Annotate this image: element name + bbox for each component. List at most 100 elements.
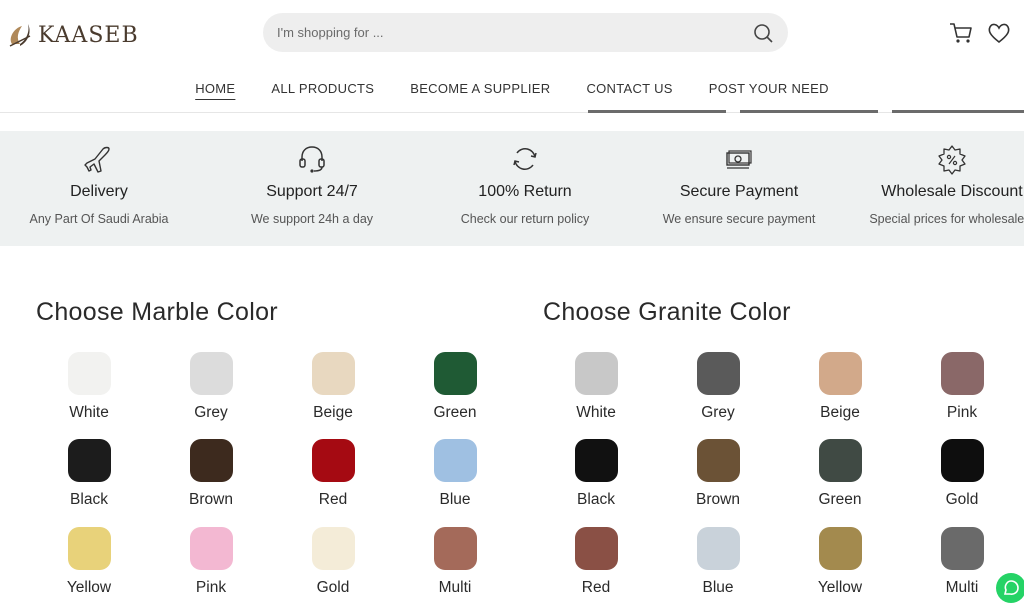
color-chip[interactable] — [311, 352, 355, 395]
nav-become-supplier[interactable]: BECOME A SUPPLIER — [392, 81, 568, 101]
marble-swatch-green[interactable]: Green — [410, 352, 500, 422]
granite-swatch-gold[interactable]: Gold — [917, 439, 1007, 509]
granite-swatch-white[interactable]: White — [551, 352, 641, 422]
swatch-label: Red — [581, 579, 611, 596]
swatch-label: Multi — [945, 579, 979, 596]
granite-swatch-brown[interactable]: Brown — [673, 439, 763, 509]
granite-swatch-black[interactable]: Black — [551, 439, 641, 509]
granite-swatch-beige[interactable]: Beige — [795, 352, 885, 422]
swatch-label: Red — [318, 491, 348, 508]
swatch-label: White — [69, 404, 109, 421]
marble-swatch-beige[interactable]: Beige — [288, 352, 378, 422]
swatch-label: Pink — [195, 579, 227, 596]
color-chip[interactable] — [189, 527, 233, 570]
granite-swatch-multi[interactable]: Multi — [917, 527, 1007, 597]
color-chip[interactable] — [818, 439, 862, 482]
color-chip[interactable] — [940, 439, 984, 482]
marble-swatch-red[interactable]: Red — [288, 439, 378, 509]
swatch-label: Black — [577, 491, 615, 508]
feature-title: Wholesale Discount — [881, 183, 1023, 200]
swatch-label: Green — [818, 491, 862, 508]
marble-swatch-white[interactable]: White — [44, 352, 134, 422]
marble-section-title: Choose Marble Color — [36, 298, 278, 326]
granite-swatch-green[interactable]: Green — [795, 439, 885, 509]
feature-subtitle: We support 24h a day — [250, 212, 374, 226]
color-chip[interactable] — [818, 352, 862, 395]
color-chip[interactable] — [67, 439, 111, 482]
color-chip[interactable] — [433, 527, 477, 570]
marble-swatch-multi[interactable]: Multi — [410, 527, 500, 597]
cart-icon[interactable] — [948, 20, 974, 46]
marble-swatch-pink[interactable]: Pink — [166, 527, 256, 597]
swatch-label: Brown — [189, 491, 233, 508]
swatch-label: Pink — [946, 404, 978, 421]
color-chip[interactable] — [696, 527, 740, 570]
feature-subtitle: We ensure secure payment — [662, 212, 816, 226]
color-chip[interactable] — [67, 527, 111, 570]
color-chip[interactable] — [574, 527, 618, 570]
feature-title: Secure Payment — [679, 183, 799, 200]
marble-swatch-gold[interactable]: Gold — [288, 527, 378, 597]
feature-wholesale-discount: Wholesale Discount Special prices for wh… — [845, 131, 1024, 226]
whatsapp-icon — [1003, 580, 1019, 595]
granite-swatch-blue[interactable]: Blue — [673, 527, 763, 597]
granite-swatch-red[interactable]: Red — [551, 527, 641, 597]
airplane-icon — [84, 146, 110, 173]
color-chip[interactable] — [311, 439, 355, 482]
feature-title: Support 24/7 — [266, 183, 358, 200]
swatch-label: Beige — [820, 404, 860, 421]
feature-delivery: Delivery Any Part Of Saudi Arabia — [0, 131, 206, 226]
discount-badge-icon — [938, 145, 966, 175]
granite-swatch-pink[interactable]: Pink — [917, 352, 1007, 422]
swatch-label: Brown — [696, 491, 740, 508]
hero-image-edge — [588, 110, 726, 113]
swatch-label: Black — [70, 491, 108, 508]
nav-contact-us[interactable]: CONTACT US — [568, 81, 690, 101]
color-chip[interactable] — [818, 527, 862, 570]
granite-section-title: Choose Granite Color — [543, 298, 791, 326]
marble-swatch-grey[interactable]: Grey — [166, 352, 256, 422]
marble-swatch-brown[interactable]: Brown — [166, 439, 256, 509]
search-icon[interactable] — [752, 22, 774, 44]
swatch-label: Yellow — [817, 579, 863, 596]
color-chip[interactable] — [696, 352, 740, 395]
color-chip[interactable] — [574, 439, 618, 482]
search-bar[interactable] — [263, 13, 788, 52]
color-chip[interactable] — [433, 439, 477, 482]
nav-all-products[interactable]: ALL PRODUCTS — [253, 81, 392, 101]
marble-swatch-black[interactable]: Black — [44, 439, 134, 509]
granite-swatch-yellow[interactable]: Yellow — [795, 527, 885, 597]
brand-name: KAASEB — [38, 22, 139, 48]
headset-icon — [299, 146, 325, 173]
features-strip: Delivery Any Part Of Saudi Arabia Suppor… — [0, 131, 1024, 246]
money-icon — [726, 150, 752, 169]
marble-swatch-blue[interactable]: Blue — [410, 439, 500, 509]
whatsapp-chat-button[interactable] — [996, 573, 1024, 603]
granite-swatch-grey[interactable]: Grey — [673, 352, 763, 422]
swatch-label: White — [576, 404, 616, 421]
color-chip[interactable] — [940, 352, 984, 395]
color-chip[interactable] — [574, 352, 618, 395]
color-chip[interactable] — [311, 527, 355, 570]
nav-home[interactable]: HOME — [177, 81, 253, 101]
color-chip[interactable] — [189, 439, 233, 482]
color-chip[interactable] — [940, 527, 984, 570]
hero-image-edge — [892, 110, 1024, 113]
brand-logo[interactable]: KAASEB — [6, 18, 139, 52]
swatch-label: Blue — [439, 491, 471, 508]
color-chip[interactable] — [433, 352, 477, 395]
wishlist-heart-icon[interactable] — [986, 20, 1012, 46]
color-chip[interactable] — [189, 352, 233, 395]
swatch-label: Beige — [313, 404, 353, 421]
feature-secure-payment: Secure Payment We ensure secure payment — [632, 131, 846, 226]
marble-swatch-yellow[interactable]: Yellow — [44, 527, 134, 597]
swatch-label: Grey — [194, 404, 228, 421]
feature-title: 100% Return — [478, 183, 572, 200]
search-input[interactable] — [277, 25, 752, 40]
color-chip[interactable] — [696, 439, 740, 482]
feature-subtitle: Check our return policy — [460, 212, 590, 226]
swatch-label: Grey — [701, 404, 735, 421]
nav-post-your-need[interactable]: POST YOUR NEED — [691, 81, 847, 101]
swatch-label: Multi — [438, 579, 472, 596]
color-chip[interactable] — [67, 352, 111, 395]
